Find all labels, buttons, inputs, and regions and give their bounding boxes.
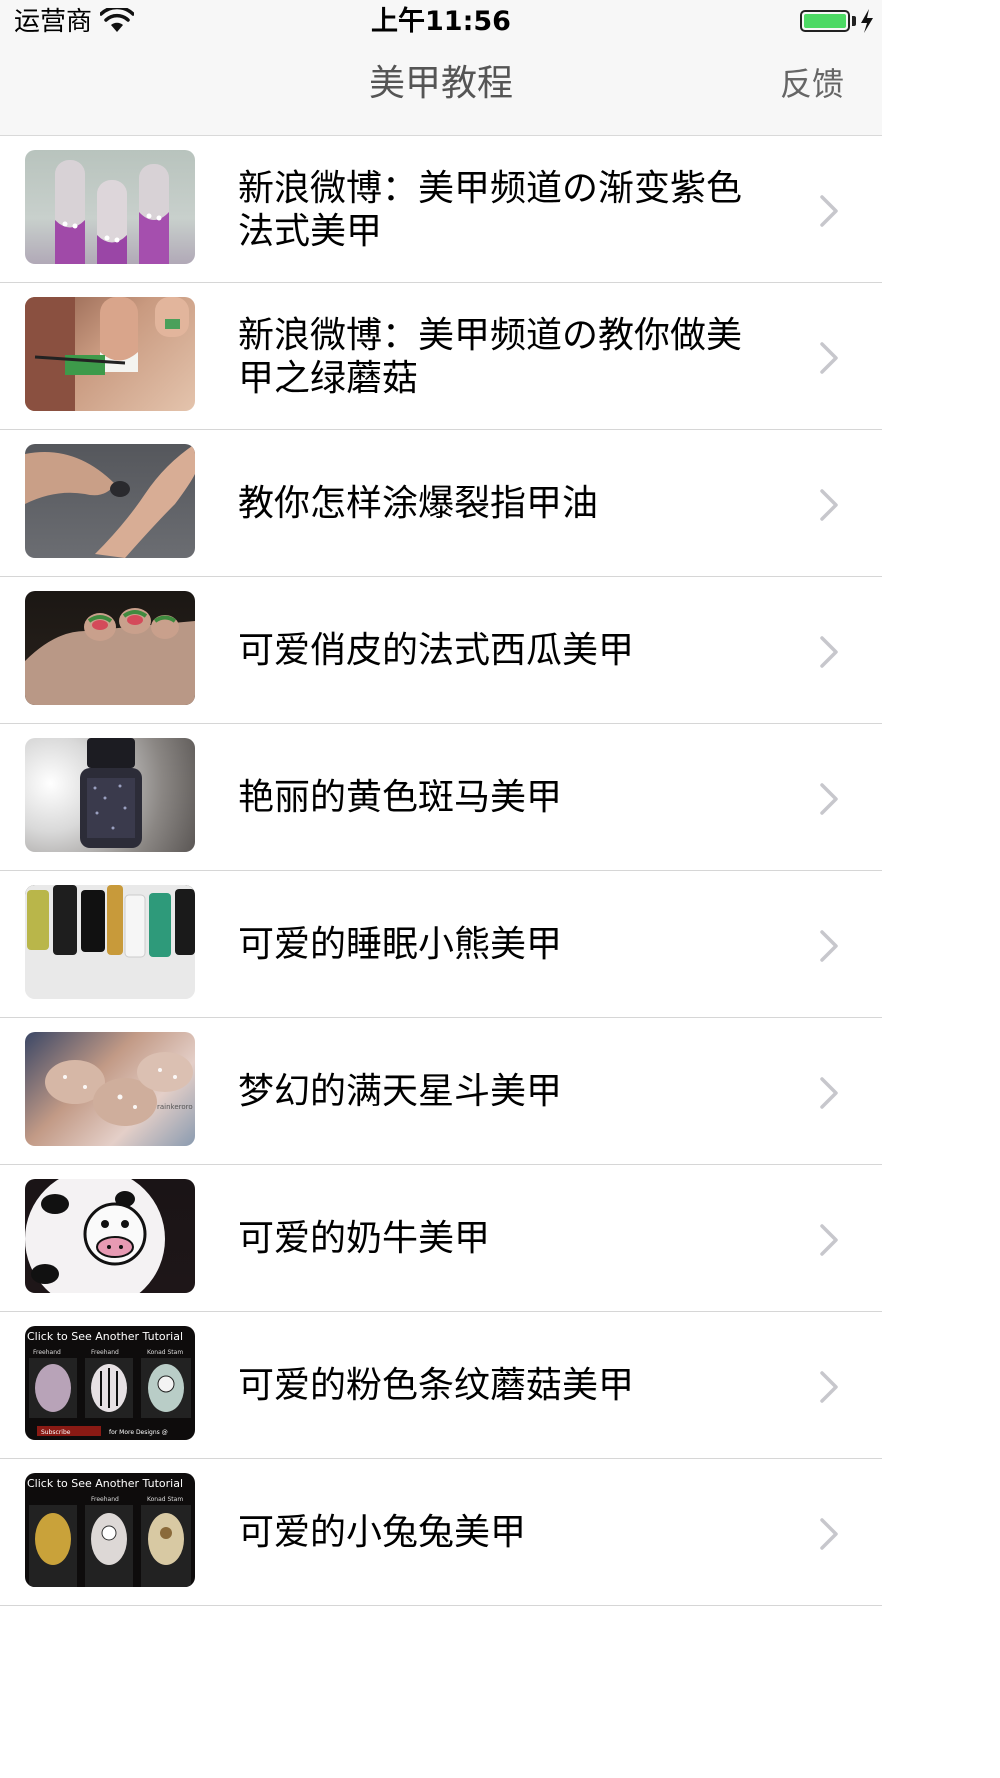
- battery-tip: [852, 16, 856, 26]
- item-title-line: 艳丽的黄色斑马美甲: [238, 777, 563, 818]
- item-title-line: 梦幻的满天星斗美甲: [238, 1071, 563, 1112]
- status-bar: 运营商 上午11:56: [0, 0, 882, 44]
- charging-bolt-icon: [861, 9, 873, 33]
- list-item[interactable]: 可爱的睡眠小熊美甲: [0, 871, 882, 1018]
- item-title: 可爱俏皮的法式西瓜美甲: [238, 577, 768, 724]
- app-screen: 运营商 上午11:56 美甲教程 反馈 新浪微博：美甲频道の渐变紫色 法式美甲 …: [0, 0, 882, 1778]
- item-title-line: 法式美甲: [238, 210, 383, 252]
- item-title: 可爱的睡眠小熊美甲: [238, 871, 768, 1018]
- chevron-right-icon: [820, 1224, 838, 1256]
- item-title-line: 可爱的小兔兔美甲: [238, 1512, 527, 1553]
- item-title: 新浪微博：美甲频道の渐变紫色 法式美甲: [238, 136, 768, 283]
- item-title-line: 教你怎样涂爆裂指甲油: [238, 483, 599, 524]
- list-item[interactable]: 可爱的奶牛美甲: [0, 1165, 882, 1312]
- chevron-right-icon: [820, 930, 838, 962]
- list-item[interactable]: 艳丽的黄色斑马美甲: [0, 724, 882, 871]
- item-title-line: 可爱的粉色条纹蘑菇美甲: [238, 1365, 635, 1406]
- thumbnail-caption: for More Designs @: [109, 1429, 168, 1436]
- chevron-right-icon: [820, 195, 838, 227]
- thumbnail-caption: Freehand: [91, 1349, 119, 1356]
- thumbnail-watermark: rainkeroro: [157, 1103, 193, 1111]
- item-title-line: 可爱的奶牛美甲: [238, 1218, 491, 1259]
- feedback-button[interactable]: 反馈: [780, 64, 844, 104]
- thumbnail-image: [25, 1179, 195, 1293]
- chevron-right-icon: [820, 1518, 838, 1550]
- item-title-line: 新浪微博：美甲频道の教你做美: [238, 314, 743, 356]
- item-title-line: 甲之绿蘑菇: [238, 357, 419, 399]
- list-item[interactable]: Click to See Another Tutorial Freehand F…: [0, 1312, 882, 1459]
- thumbnail-banner: Click to See Another Tutorial: [27, 1330, 183, 1343]
- item-title: 艳丽的黄色斑马美甲: [238, 724, 768, 871]
- navigation-bar: 美甲教程 反馈: [0, 44, 882, 136]
- thumbnail-image: [25, 444, 195, 558]
- thumbnail-image: Click to See Another Tutorial Freehand F…: [25, 1326, 195, 1440]
- thumbnail-image: [25, 150, 195, 264]
- list-item[interactable]: 可爱俏皮的法式西瓜美甲: [0, 577, 882, 724]
- thumbnail-caption: Konad Stam: [147, 1349, 183, 1356]
- chevron-right-icon: [820, 1077, 838, 1109]
- thumbnail-image: [25, 738, 195, 852]
- thumbnail-caption: Konad Stam: [147, 1496, 183, 1503]
- item-title-line: 新浪微博：美甲频道の渐变紫色: [238, 167, 743, 209]
- chevron-right-icon: [820, 1371, 838, 1403]
- battery-icon: [800, 10, 850, 32]
- chevron-right-icon: [820, 342, 838, 374]
- item-title-line: 可爱的睡眠小熊美甲: [238, 924, 563, 965]
- thumbnail-image: [25, 885, 195, 999]
- item-title: 可爱的小兔兔美甲: [238, 1459, 768, 1606]
- thumbnail-image: Click to See Another Tutorial Freehand K…: [25, 1473, 195, 1587]
- tutorial-list: 新浪微博：美甲频道の渐变紫色 法式美甲 新浪微博：美甲频道の教你做美 甲之绿蘑菇…: [0, 136, 882, 1606]
- list-item[interactable]: rainkeroro 梦幻的满天星斗美甲: [0, 1018, 882, 1165]
- thumbnail-caption: Subscribe: [41, 1429, 71, 1436]
- thumbnail-image: [25, 297, 195, 411]
- list-item[interactable]: 新浪微博：美甲频道の教你做美 甲之绿蘑菇: [0, 283, 882, 430]
- thumbnail-banner: Click to See Another Tutorial: [27, 1477, 183, 1490]
- item-title: 教你怎样涂爆裂指甲油: [238, 430, 768, 577]
- item-title: 可爱的奶牛美甲: [238, 1165, 768, 1312]
- list-item[interactable]: 教你怎样涂爆裂指甲油: [0, 430, 882, 577]
- chevron-right-icon: [820, 489, 838, 521]
- item-title: 新浪微博：美甲频道の教你做美 甲之绿蘑菇: [238, 283, 768, 430]
- thumbnail-caption: Freehand: [33, 1349, 61, 1356]
- page-title: 美甲教程: [368, 63, 513, 104]
- item-title: 梦幻的满天星斗美甲: [238, 1018, 768, 1165]
- list-item[interactable]: Click to See Another Tutorial Freehand K…: [0, 1459, 882, 1606]
- list-item[interactable]: 新浪微博：美甲频道の渐变紫色 法式美甲: [0, 136, 882, 283]
- clock: 上午11:56: [371, 6, 511, 37]
- thumbnail-image: rainkeroro: [25, 1032, 195, 1146]
- item-title: 可爱的粉色条纹蘑菇美甲: [238, 1312, 768, 1459]
- item-title-line: 可爱俏皮的法式西瓜美甲: [238, 630, 635, 671]
- thumbnail-image: [25, 591, 195, 705]
- thumbnail-caption: Freehand: [91, 1496, 119, 1503]
- chevron-right-icon: [820, 783, 838, 815]
- chevron-right-icon: [820, 636, 838, 668]
